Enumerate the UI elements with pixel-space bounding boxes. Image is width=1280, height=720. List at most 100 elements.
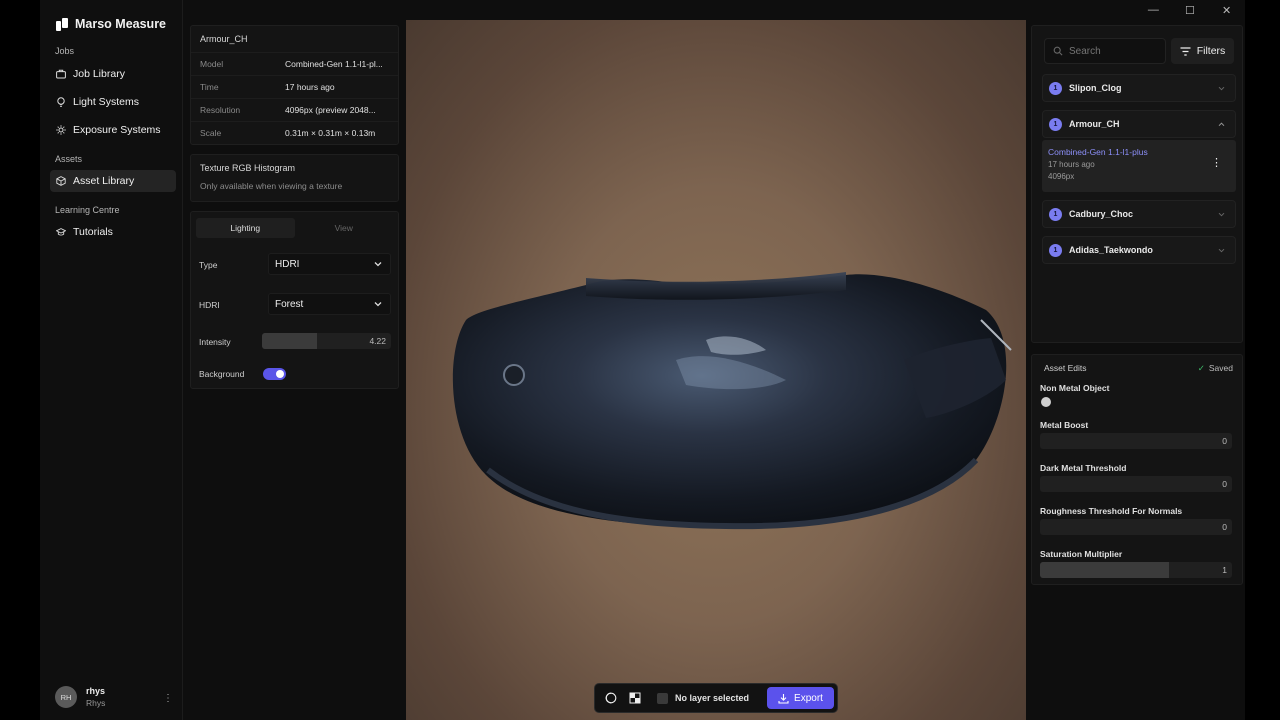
chevron-down-icon <box>373 299 383 309</box>
bulb-icon <box>56 97 66 107</box>
histogram-title: Texture RGB Histogram <box>200 163 296 173</box>
sidebar-item-label: Job Library <box>73 68 125 80</box>
slider-value: 0 <box>1222 522 1227 532</box>
dark-metal-threshold-label: Dark Metal Threshold <box>1040 463 1127 473</box>
saturation-multiplier-slider[interactable]: 1 <box>1040 562 1232 578</box>
histogram-card: Texture RGB Histogram Only available whe… <box>190 154 399 202</box>
search-box[interactable] <box>1044 38 1166 64</box>
layer-checkbox[interactable] <box>657 692 668 704</box>
viewport-toolbar: No layer selected Export <box>594 683 838 713</box>
asset-edits-panel: Asset Edits ✓ Saved Non Metal Object Meta… <box>1031 354 1243 585</box>
detail-value: 0.31m × 0.31m × 0.13m <box>285 128 376 138</box>
type-select-value: HDRI <box>275 258 300 270</box>
armour-model-render <box>452 272 1012 530</box>
asset-name: Armour_CH <box>1069 119 1120 129</box>
intensity-slider-fill <box>262 333 318 349</box>
sidebar-item-tutorials[interactable]: Tutorials <box>50 221 176 243</box>
filter-icon <box>1180 46 1191 56</box>
asset-version-item[interactable]: Combined-Gen 1.1-l1-plus 17 hours ago 40… <box>1042 140 1236 192</box>
filters-button[interactable]: Filters <box>1171 38 1234 64</box>
version-title: Combined-Gen 1.1-l1-plus <box>1048 147 1148 157</box>
asset-item-slipon-clog[interactable]: 1 Slipon_Clog <box>1042 74 1236 102</box>
sun-icon <box>56 125 66 135</box>
user-menu-icon[interactable]: ⋮ <box>163 693 173 704</box>
slider-value: 0 <box>1222 479 1227 489</box>
hdri-label: HDRI <box>199 300 220 310</box>
more-options-icon[interactable]: ⋮ <box>1211 158 1222 169</box>
section-jobs: Jobs <box>55 46 75 56</box>
export-button[interactable]: Export <box>767 687 834 709</box>
asset-item-cadbury-choc[interactable]: 1 Cadbury_Choc <box>1042 200 1236 228</box>
asset-item-armour-ch[interactable]: 1 Armour_CH <box>1042 110 1236 138</box>
detail-row-model: Model Combined-Gen 1.1-l1-pl... <box>191 52 398 75</box>
roughness-threshold-label: Roughness Threshold For Normals <box>1040 506 1183 516</box>
cube-icon <box>56 176 66 186</box>
3d-viewport[interactable]: No layer selected Export <box>406 20 1026 720</box>
detail-value: 4096px (preview 2048... <box>285 105 376 115</box>
chevron-down-icon <box>373 259 383 269</box>
search-input[interactable] <box>1069 45 1159 57</box>
brand: Marso Measure <box>56 17 166 31</box>
type-select[interactable]: HDRI <box>268 253 391 275</box>
sidebar-item-job-library[interactable]: Job Library <box>50 63 176 85</box>
material-view-icon[interactable] <box>601 688 621 708</box>
detail-row-time: Time 17 hours ago <box>191 75 398 98</box>
intensity-label: Intensity <box>199 337 231 347</box>
download-icon <box>778 693 789 704</box>
detail-value: Combined-Gen 1.1-l1-pl... <box>285 59 383 69</box>
maximize-button[interactable]: ☐ <box>1180 4 1200 17</box>
detail-key: Resolution <box>200 105 241 115</box>
sidebar-item-light-systems[interactable]: Light Systems <box>50 91 176 113</box>
tab-view[interactable]: View <box>295 218 394 238</box>
version-count-badge: 1 <box>1049 243 1062 257</box>
check-icon: ✓ <box>1197 363 1205 373</box>
filters-label: Filters <box>1196 45 1226 57</box>
slider-fill <box>1040 562 1169 578</box>
hdri-select[interactable]: Forest <box>268 293 391 315</box>
lighting-tabs: Lighting View <box>196 218 393 238</box>
close-button[interactable]: ✕ <box>1217 4 1237 17</box>
chevron-down-icon <box>1217 246 1226 255</box>
sidebar-item-label: Light Systems <box>73 96 139 108</box>
layer-status: No layer selected <box>675 693 750 703</box>
non-metal-toggle[interactable] <box>1041 397 1051 407</box>
sidebar-item-exposure-systems[interactable]: Exposure Systems <box>50 119 176 141</box>
background-toggle[interactable] <box>263 368 286 380</box>
saved-label: Saved <box>1208 363 1233 373</box>
dark-metal-threshold-slider[interactable]: 0 <box>1040 476 1232 492</box>
assets-column: Filters 1 Slipon_Clog 1 Armour_CH Combin… <box>1026 20 1245 720</box>
graduation-icon <box>56 227 66 237</box>
non-metal-label: Non Metal Object <box>1040 383 1110 393</box>
metal-boost-slider[interactable]: 0 <box>1040 433 1232 449</box>
sidebar: Marso Measure Jobs Job Library Light Sys… <box>40 0 183 720</box>
export-label: Export <box>794 692 823 704</box>
search-icon <box>1053 46 1063 56</box>
saved-status: ✓ Saved <box>1198 363 1233 374</box>
version-count-badge: 1 <box>1049 207 1062 221</box>
detail-row-resolution: Resolution 4096px (preview 2048... <box>191 98 398 121</box>
minimize-button[interactable]: — <box>1143 4 1163 16</box>
briefcase-icon <box>56 69 66 79</box>
background-label: Background <box>199 369 245 379</box>
user-name: rhys <box>86 686 106 696</box>
sidebar-item-asset-library[interactable]: Asset Library <box>50 170 176 192</box>
hdri-select-value: Forest <box>275 298 304 310</box>
section-assets: Assets <box>55 154 83 164</box>
version-count-badge: 1 <box>1049 81 1062 95</box>
detail-key: Model <box>200 59 224 69</box>
logo-icon <box>56 17 68 31</box>
asset-name: Cadbury_Choc <box>1069 209 1134 219</box>
asset-item-adidas-taekwondo[interactable]: 1 Adidas_Taekwondo <box>1042 236 1236 264</box>
sidebar-item-label: Exposure Systems <box>73 124 161 136</box>
checker-view-icon[interactable] <box>625 688 645 708</box>
detail-key: Scale <box>200 128 222 138</box>
tab-lighting[interactable]: Lighting <box>196 218 295 238</box>
metal-boost-label: Metal Boost <box>1040 420 1089 430</box>
version-count-badge: 1 <box>1049 117 1062 131</box>
user-profile[interactable]: RH rhys Rhys <box>55 686 105 708</box>
version-resolution: 4096px <box>1048 172 1075 181</box>
chevron-up-icon <box>1217 120 1226 129</box>
roughness-threshold-slider[interactable]: 0 <box>1040 519 1232 535</box>
histogram-subtitle: Only available when viewing a texture <box>200 181 343 191</box>
intensity-slider[interactable]: 4.22 <box>262 333 391 349</box>
